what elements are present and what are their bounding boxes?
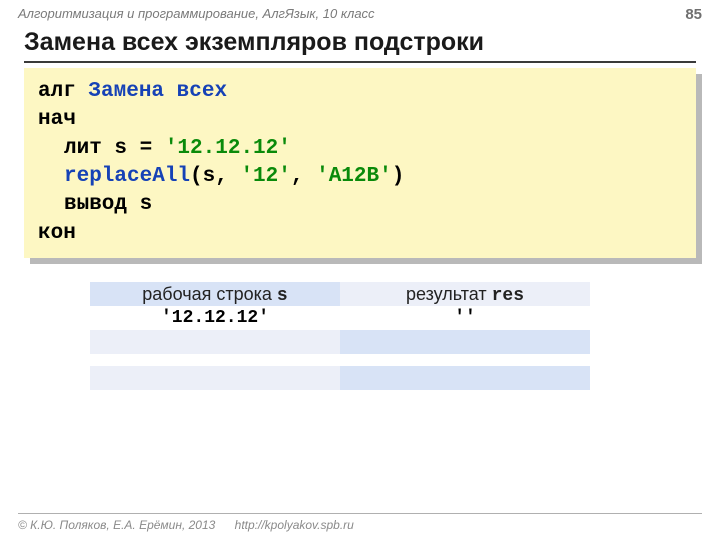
page-number: 85 — [685, 6, 702, 23]
footer-url: http://kpolyakov.spb.ru — [235, 518, 354, 532]
course-header: Алгоритмизация и программирование, АлгЯз… — [18, 6, 702, 21]
paren-open: (s, — [190, 165, 240, 188]
hdr-s-var: s — [277, 286, 288, 306]
hdr-res-text: результат — [406, 284, 492, 304]
code-block: алг Замена всех нач лит s = '12.12.12' r… — [24, 68, 696, 258]
hdr-res-var: res — [492, 286, 524, 306]
lit-decl: лит s = — [64, 137, 165, 160]
slide-title: Замена всех экземпляров подстроки — [24, 28, 696, 63]
cell-s-3 — [90, 366, 340, 390]
copyright: © К.Ю. Поляков, Е.А. Ерёмин, 2013 — [18, 518, 215, 532]
paren-close: ) — [392, 165, 405, 188]
cell-s-1: '12.12.12' — [90, 306, 340, 330]
table-row — [90, 366, 590, 390]
kw-begin: нач — [38, 108, 76, 131]
table-row — [90, 330, 590, 354]
code-line-3: лит s = '12.12.12' — [38, 135, 682, 163]
string-literal-3: 'A12B' — [316, 165, 392, 188]
table-header-row: рабочая строка s результат res — [90, 282, 590, 306]
code-line-5: вывод s — [38, 191, 682, 219]
hdr-s-text: рабочая строка — [142, 284, 277, 304]
code-line-4: replaceAll(s, '12', 'A12B') — [38, 163, 682, 191]
code-content: алг Замена всех нач лит s = '12.12.12' r… — [24, 68, 696, 258]
kw-end: кон — [38, 222, 76, 245]
algorithm-name: Замена всех — [88, 80, 227, 103]
func-name: replaceAll — [64, 165, 190, 188]
cell-res-2 — [340, 330, 590, 354]
kw-alg: алг — [38, 80, 76, 103]
slide: Алгоритмизация и программирование, АлгЯз… — [0, 0, 720, 540]
code-line-6: кон — [38, 220, 682, 248]
table-gap — [90, 354, 590, 366]
table-row: '12.12.12' '' — [90, 306, 590, 330]
code-line-1: алг Замена всех — [38, 78, 682, 106]
trace-table: рабочая строка s результат res '12.12.12… — [90, 282, 590, 390]
cell-res-1: '' — [340, 306, 590, 330]
footer: © К.Ю. Поляков, Е.А. Ерёмин, 2013 http:/… — [18, 513, 702, 532]
comma: , — [291, 165, 316, 188]
kw-output: вывод s — [64, 193, 152, 216]
course-title: Алгоритмизация и программирование, АлгЯз… — [18, 6, 375, 21]
code-line-2: нач — [38, 106, 682, 134]
string-literal-1: '12.12.12' — [165, 137, 291, 160]
string-literal-2: '12' — [240, 165, 290, 188]
cell-res-3 — [340, 366, 590, 390]
col-header-res: результат res — [340, 282, 590, 306]
col-header-s: рабочая строка s — [90, 282, 340, 306]
cell-s-2 — [90, 330, 340, 354]
